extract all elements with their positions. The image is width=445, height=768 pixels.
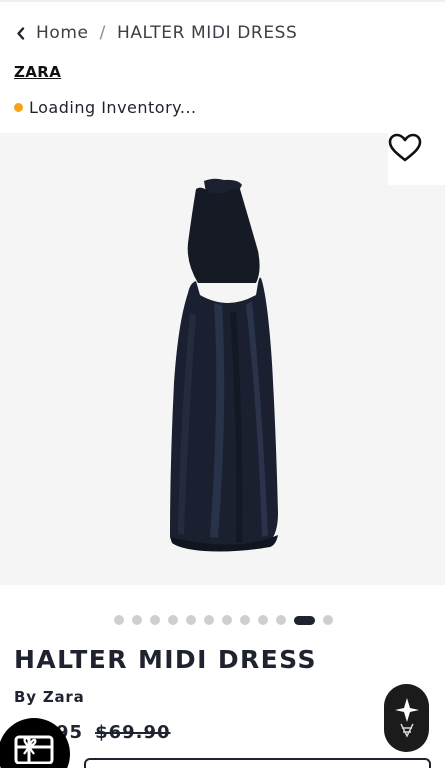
original-price: $69.90 <box>95 722 171 743</box>
product-image <box>0 133 445 585</box>
inventory-status: Loading Inventory... <box>14 98 197 117</box>
inventory-status-text: Loading Inventory... <box>29 98 197 117</box>
pagination-dot[interactable] <box>204 615 214 625</box>
pagination-dot[interactable] <box>132 615 142 625</box>
pagination-dot[interactable] <box>150 615 160 625</box>
pagination-dot[interactable] <box>222 615 232 625</box>
pagination-dot[interactable] <box>114 615 124 625</box>
gallery-pagination <box>0 614 445 626</box>
pagination-dot[interactable] <box>186 615 196 625</box>
breadcrumb-current: HALTER MIDI DRESS <box>116 23 298 43</box>
heart-icon <box>388 133 422 162</box>
product-title: HALTER MIDI DRESS <box>14 645 317 674</box>
pagination-dot[interactable] <box>240 615 250 625</box>
gift-card-icon <box>14 735 54 764</box>
product-byline: By Zara <box>14 688 85 706</box>
sparkle-logo-icon <box>394 698 419 738</box>
brand-link[interactable]: ZARA <box>14 63 61 81</box>
breadcrumb-separator: / <box>99 23 106 43</box>
wishlist-button[interactable] <box>388 133 445 185</box>
header-divider <box>0 0 445 2</box>
chevron-left-icon[interactable] <box>14 21 26 45</box>
breadcrumb-home-link[interactable]: Home <box>36 23 89 43</box>
status-dot <box>14 103 23 112</box>
pagination-dot[interactable] <box>276 615 286 625</box>
pagination-dot[interactable] <box>168 615 178 625</box>
pagination-dot[interactable] <box>258 615 268 625</box>
product-image-gallery[interactable] <box>0 133 445 585</box>
assistant-button[interactable] <box>384 684 429 752</box>
add-to-bag-button[interactable] <box>84 758 431 768</box>
pagination-dot-active[interactable] <box>294 615 315 625</box>
pagination-dot[interactable] <box>323 615 333 625</box>
breadcrumb: Home / HALTER MIDI DRESS <box>14 21 297 45</box>
